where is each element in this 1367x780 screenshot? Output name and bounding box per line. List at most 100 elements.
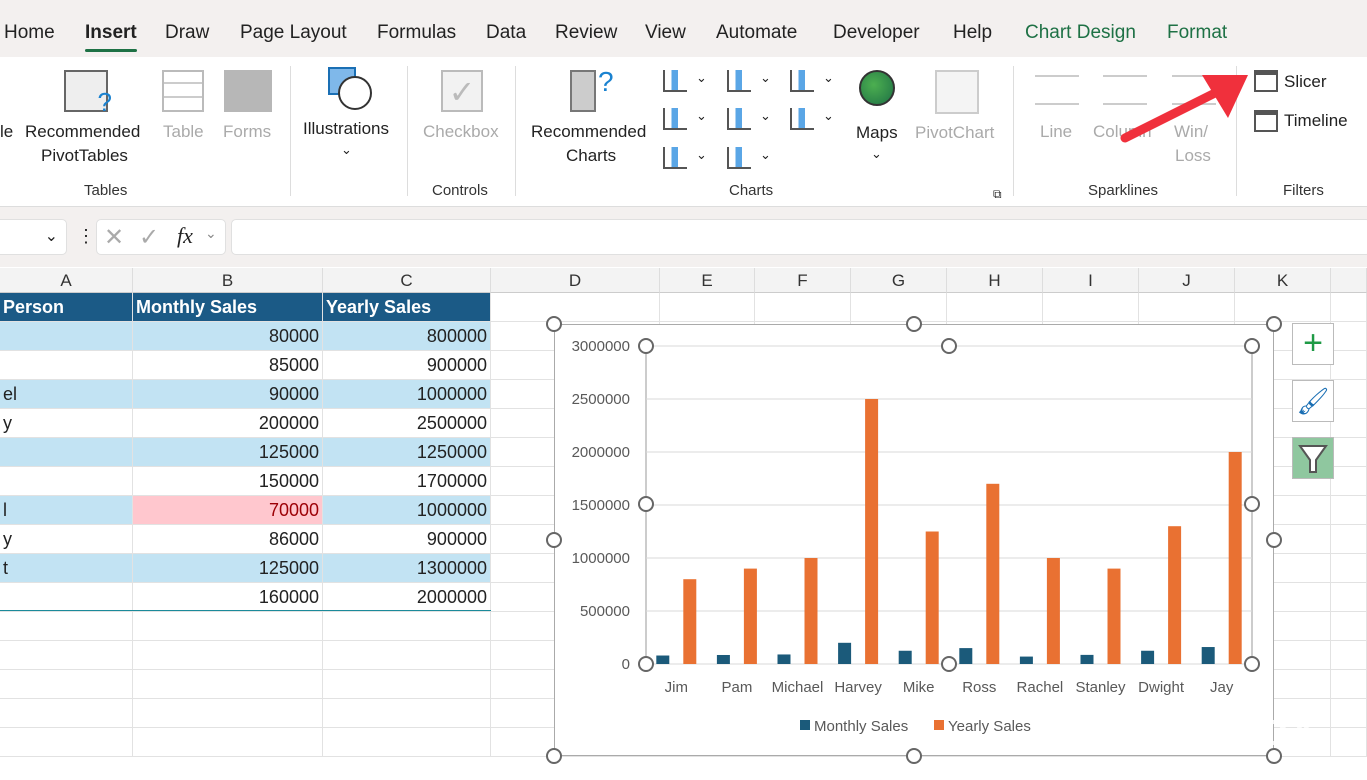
cell[interactable] [323,699,491,728]
tab-draw[interactable]: Draw [165,22,209,44]
table-cell[interactable]: t [0,554,133,583]
resize-handle[interactable] [906,748,922,764]
scatter-chart-icon[interactable] [727,147,751,169]
resize-handle[interactable] [638,338,654,354]
enter-icon[interactable]: ✓ [139,223,159,252]
table-cell[interactable]: 125000 [133,554,323,583]
cell[interactable] [1331,293,1367,322]
tab-home[interactable]: Home [4,22,55,44]
cell[interactable] [1331,351,1367,380]
cell[interactable] [1331,409,1367,438]
cell[interactable] [1235,293,1331,322]
table-cell[interactable]: 1000000 [323,496,491,525]
column-header-F[interactable]: F [755,268,851,293]
cell[interactable] [1331,496,1367,525]
cell[interactable] [851,293,947,322]
table-cell[interactable] [0,583,133,612]
table-cell[interactable]: 1000000 [323,380,491,409]
resize-handle[interactable] [1244,338,1260,354]
column-header-K[interactable]: K [1235,268,1331,293]
cut-button-label[interactable]: le [0,120,13,144]
tab-review[interactable]: Review [555,22,617,44]
cell[interactable] [0,641,133,670]
cell[interactable] [323,612,491,641]
cell[interactable] [323,641,491,670]
table-cell[interactable]: 2000000 [323,583,491,612]
column-header-A[interactable]: A [0,268,133,293]
cell[interactable] [0,612,133,641]
table-cell[interactable]: 70000 [133,496,323,525]
cell[interactable] [133,612,323,641]
column-header-B[interactable]: B [133,268,323,293]
resize-handle[interactable] [638,496,654,512]
table-cell[interactable] [0,351,133,380]
chart-elements-button[interactable]: + [1292,323,1334,365]
pivotchart-button[interactable]: PivotChart [915,121,994,145]
table-cell[interactable]: 1250000 [323,438,491,467]
column-chart-icon[interactable] [663,70,687,92]
cell[interactable] [1331,380,1367,409]
cell[interactable] [491,293,660,322]
cell[interactable] [133,699,323,728]
cell[interactable] [0,699,133,728]
resize-handle[interactable] [638,656,654,672]
cell[interactable] [1043,293,1139,322]
waterfall-chart-icon[interactable] [790,70,814,92]
cell[interactable] [1331,438,1367,467]
table-cell[interactable]: 200000 [133,409,323,438]
cell[interactable] [1331,641,1367,670]
tab-formulas[interactable]: Formulas [377,22,456,44]
cell[interactable] [323,728,491,757]
table-cell[interactable]: 900000 [323,351,491,380]
cancel-icon[interactable]: ✕ [104,223,124,252]
resize-handle[interactable] [1244,496,1260,512]
table-cell[interactable]: 800000 [323,322,491,351]
column-header-E[interactable]: E [660,268,755,293]
table-cell[interactable] [0,467,133,496]
tab-chart-design[interactable]: Chart Design [1025,22,1136,44]
more-options-icon[interactable]: ⋮ [77,226,95,247]
table-cell[interactable]: el [0,380,133,409]
dialog-launcher-icon[interactable]: ⧉ [993,182,1002,206]
cell[interactable] [133,728,323,757]
checkbox-button[interactable]: Checkbox [423,120,499,144]
cell[interactable] [133,670,323,699]
table-button[interactable]: Table [163,120,204,144]
resize-handle[interactable] [1266,316,1282,332]
tab-format[interactable]: Format [1167,22,1227,44]
resize-handle[interactable] [941,656,957,672]
chart-area[interactable] [554,324,1274,756]
tab-insert[interactable]: Insert [85,22,137,52]
column-header-C[interactable]: C [323,268,491,293]
chart-filters-button[interactable] [1292,437,1334,479]
hierarchy-chart-icon[interactable] [727,70,751,92]
tab-page-layout[interactable]: Page Layout [240,22,347,44]
insert-function-button[interactable]: fx [177,223,193,249]
tab-automate[interactable]: Automate [716,22,797,44]
table-cell[interactable]: 1700000 [323,467,491,496]
column-header-J[interactable]: J [1139,268,1235,293]
statistic-chart-icon[interactable] [727,108,751,130]
table-cell[interactable]: 125000 [133,438,323,467]
column-header-I[interactable]: I [1043,268,1139,293]
cell[interactable] [0,728,133,757]
table-cell[interactable]: 86000 [133,525,323,554]
slicer-button[interactable]: Slicer [1284,70,1327,94]
tab-data[interactable]: Data [486,22,526,44]
resize-handle[interactable] [546,532,562,548]
formula-input[interactable] [231,219,1367,255]
table-cell[interactable]: 900000 [323,525,491,554]
column-header-G[interactable]: G [851,268,947,293]
table-cell[interactable]: 80000 [133,322,323,351]
cell[interactable] [1331,525,1367,554]
resize-handle[interactable] [1266,532,1282,548]
cell[interactable] [1331,728,1367,757]
sparkline-line-button[interactable]: Line [1040,120,1072,144]
cell[interactable] [1331,583,1367,612]
cell[interactable] [1331,467,1367,496]
table-header[interactable]: Person [0,293,133,322]
resize-handle[interactable] [941,338,957,354]
cell[interactable] [1331,554,1367,583]
line-chart-icon[interactable] [663,108,687,130]
cell[interactable] [1331,699,1367,728]
